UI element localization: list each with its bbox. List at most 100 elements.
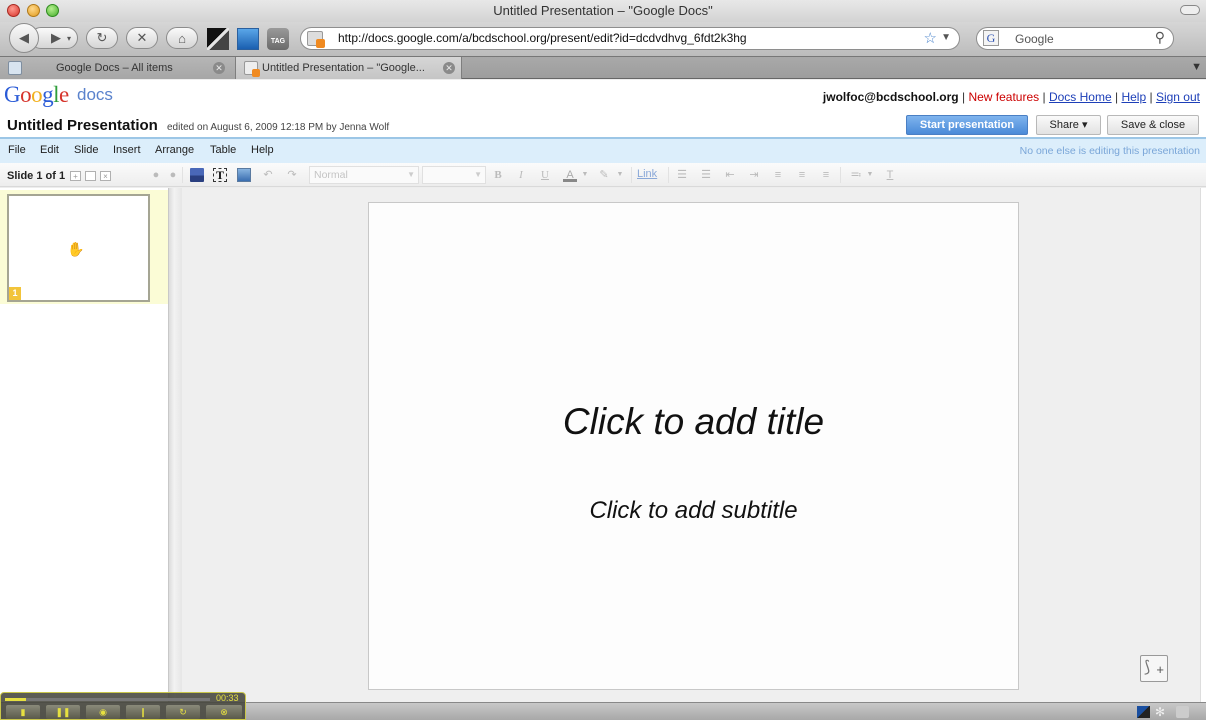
bulleted-list-icon[interactable]: ☰ (699, 168, 713, 182)
text-color-button[interactable]: A (563, 168, 577, 182)
search-icon[interactable]: ⚲ (1155, 29, 1165, 46)
slide-title-placeholder[interactable]: Click to add title (369, 401, 1018, 443)
text-box-icon[interactable]: T (213, 168, 227, 182)
numbered-list-icon[interactable]: ☰ (675, 168, 689, 182)
sign-out-link[interactable]: Sign out (1156, 90, 1200, 104)
align-center-icon[interactable]: ≡ (795, 168, 809, 182)
separator: | (1042, 90, 1046, 104)
menu-slide[interactable]: Slide (74, 144, 98, 156)
chevron-down-icon[interactable]: ▼ (578, 168, 592, 182)
chevron-down-icon[interactable]: ▼ (863, 168, 877, 182)
redo-icon[interactable]: ↷ (285, 168, 299, 182)
audio-icon[interactable]: ❙ (126, 705, 160, 719)
undo-icon[interactable]: ↶ (261, 168, 275, 182)
search-engine-icon[interactable]: G (983, 30, 999, 46)
insert-image-icon[interactable] (237, 168, 251, 182)
docs-logo-text[interactable]: docs (77, 85, 113, 105)
url-bar[interactable]: http://docs.google.com/a/bcdschool.org/p… (300, 27, 960, 50)
url-history-dropdown-icon[interactable]: ▼ (941, 32, 951, 43)
clear-formatting-icon[interactable]: T (883, 168, 897, 182)
bookmark-star-icon[interactable]: ☆ (924, 29, 937, 47)
docs-header: Google docs jwolfoc@bcdschool.org | New … (0, 80, 1206, 137)
mail-status-icon[interactable] (1176, 706, 1189, 718)
filmstrip-splitter[interactable] (168, 188, 182, 702)
home-icon: ⌂ (178, 30, 186, 46)
bold-button[interactable]: B (491, 168, 505, 182)
delete-slide-button[interactable]: × (100, 171, 111, 181)
window-close-button[interactable] (7, 4, 20, 17)
link-button[interactable]: Link (637, 168, 657, 180)
extension-icon[interactable] (207, 28, 229, 50)
new-features-link[interactable]: New features (968, 90, 1039, 104)
browser-navbar: ▶ ▾ ◀ ↻ ✕ ⌂ TAG http://docs.google.com/a/… (0, 22, 1206, 56)
toolbar-toggle-button[interactable] (1180, 5, 1200, 15)
help-link[interactable]: Help (1121, 90, 1146, 104)
align-left-icon[interactable]: ≡ (771, 168, 785, 182)
save-close-button[interactable]: Save & close (1107, 115, 1199, 135)
recording-progress-bar[interactable] (5, 698, 210, 701)
tab-close-icon[interactable]: ✕ (213, 62, 225, 74)
increase-indent-icon[interactable]: ⇥ (747, 168, 761, 182)
speaker-notes-icon: ⟆ (1144, 659, 1151, 676)
user-links: jwolfoc@bcdschool.org | New features | D… (823, 90, 1200, 104)
move-up-icon[interactable]: ● (149, 168, 163, 182)
move-down-icon[interactable]: ● (166, 168, 180, 182)
stop-icon: ✕ (136, 30, 148, 45)
window-zoom-button[interactable] (46, 4, 59, 17)
document-title[interactable]: Untitled Presentation (7, 117, 158, 134)
decrease-indent-icon[interactable]: ⇤ (723, 168, 737, 182)
docs-list-favicon-icon (8, 61, 22, 75)
extension-status-icon[interactable] (1137, 706, 1150, 718)
slide-subtitle-placeholder[interactable]: Click to add subtitle (369, 497, 1018, 525)
browser-tab[interactable]: Google Docs – All items ✕ (0, 57, 236, 79)
speaker-notes-button[interactable]: ⟆ + (1140, 655, 1168, 682)
menu-arrange[interactable]: Arrange (155, 144, 194, 156)
search-input[interactable]: Google (1015, 32, 1054, 46)
search-bar[interactable]: G Google ⚲ (976, 27, 1174, 50)
slide-thumbnail[interactable]: ✋ 1 (7, 194, 150, 302)
tab-close-icon[interactable]: ✕ (443, 62, 455, 74)
collaboration-status: No one else is editing this presentation (1019, 145, 1200, 157)
menu-help[interactable]: Help (251, 144, 274, 156)
snowflake-status-icon[interactable]: ✻ (1155, 706, 1168, 718)
menu-edit[interactable]: Edit (40, 144, 59, 156)
webcam-icon[interactable]: ◉ (86, 705, 120, 719)
history-dropdown-icon[interactable]: ▾ (67, 34, 71, 43)
google-logo[interactable]: Google (4, 82, 69, 108)
bookmark-extension-icon[interactable] (237, 28, 259, 50)
recorder-pause-label-button[interactable]: ▮ (6, 705, 40, 719)
start-presentation-button[interactable]: Start presentation (906, 115, 1028, 135)
user-email: jwolfoc@bcdschool.org (822, 90, 959, 104)
save-icon[interactable] (190, 168, 204, 182)
browser-tab-active[interactable]: Untitled Presentation – "Google... ✕ (236, 57, 462, 79)
stop-button[interactable]: ✕ (126, 27, 158, 49)
menu-insert[interactable]: Insert (113, 144, 141, 156)
menu-table[interactable]: Table (210, 144, 236, 156)
docs-home-link[interactable]: Docs Home (1049, 90, 1112, 104)
tab-list-icon[interactable]: ▼ (1191, 61, 1202, 73)
reload-button[interactable]: ↻ (86, 27, 118, 49)
window-titlebar: Untitled Presentation – "Google Docs" (0, 0, 1206, 22)
new-slide-button[interactable]: + (70, 171, 81, 181)
italic-button[interactable]: I (514, 168, 528, 182)
url-input[interactable]: http://docs.google.com/a/bcdschool.org/p… (338, 31, 747, 45)
cancel-recording-icon[interactable]: ⊗ (206, 705, 242, 719)
loop-icon[interactable]: ↻ (166, 705, 200, 719)
toolbar-separator (182, 167, 183, 183)
menu-file[interactable]: File (8, 144, 26, 156)
tag-extension-icon[interactable]: TAG (267, 28, 289, 50)
back-button[interactable]: ◀ (9, 23, 39, 53)
slide[interactable]: Click to add title Click to add subtitle (368, 202, 1019, 690)
line-spacing-icon[interactable]: ≕ (849, 168, 863, 182)
pause-icon[interactable]: ❚❚ (46, 705, 80, 719)
share-button[interactable]: Share ▾ (1036, 115, 1101, 135)
font-size-select[interactable]: ▼ (422, 166, 486, 184)
home-button[interactable]: ⌂ (166, 27, 198, 49)
align-right-icon[interactable]: ≡ (819, 168, 833, 182)
duplicate-slide-button[interactable] (85, 171, 96, 181)
highlight-color-icon[interactable]: ✎ (597, 168, 611, 182)
window-minimize-button[interactable] (27, 4, 40, 17)
style-select[interactable]: Normal ▼ (309, 166, 419, 184)
underline-button[interactable]: U (538, 168, 552, 182)
chevron-down-icon[interactable]: ▼ (613, 168, 627, 182)
